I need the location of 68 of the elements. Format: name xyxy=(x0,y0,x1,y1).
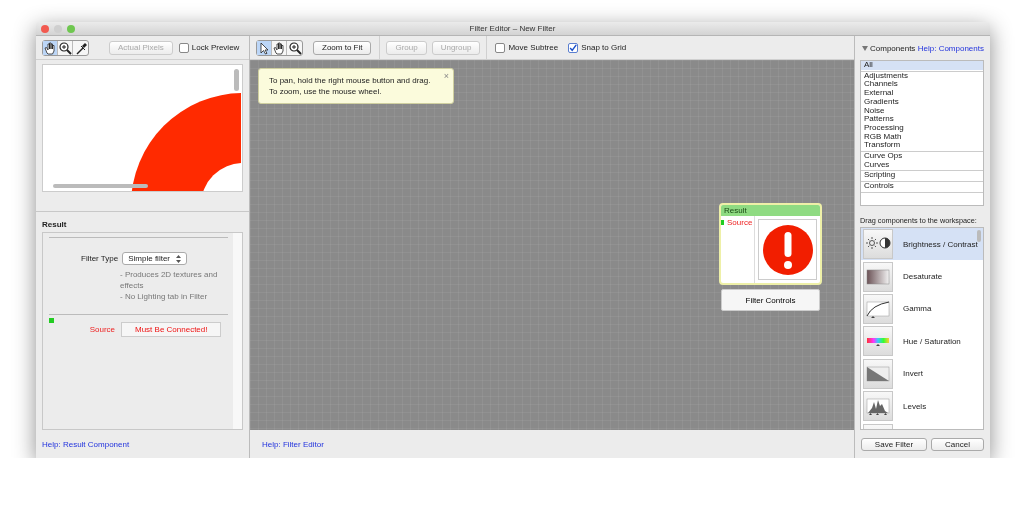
pointer-tool[interactable] xyxy=(257,40,272,55)
category-item[interactable]: Transform xyxy=(861,141,983,151)
save-filter-button[interactable]: Save Filter xyxy=(860,437,928,451)
help-link[interactable]: Help: Result Component xyxy=(42,439,130,449)
tip-text: To pan, hold the right mouse button and drag. To zoom, use the mouse wheel. xyxy=(269,75,432,97)
checkbox[interactable] xyxy=(495,42,506,53)
scrollbar-thumb[interactable] xyxy=(977,230,981,242)
connector-icon xyxy=(721,220,724,225)
scrollbar-thumb[interactable] xyxy=(234,69,239,91)
node-title: Result xyxy=(721,205,820,216)
zoom-tool[interactable] xyxy=(58,40,73,55)
scrollbar-thumb[interactable] xyxy=(53,184,148,188)
filter-type-dropdown[interactable]: Simple filter xyxy=(122,252,187,265)
input-label: Source xyxy=(727,218,753,227)
category-item[interactable]: All xyxy=(861,61,983,70)
exclamation-icon xyxy=(761,223,814,276)
description-text: - Produces 2D textures and effects xyxy=(120,269,219,291)
source-label: Source xyxy=(88,325,115,334)
hand-tool[interactable] xyxy=(272,40,287,55)
section-title: Result xyxy=(41,219,68,231)
component-item[interactable]: Levels xyxy=(861,389,983,423)
category-item[interactable]: Curves xyxy=(861,160,983,170)
close-button[interactable] xyxy=(41,24,49,33)
category-item[interactable]: Patterns xyxy=(861,115,983,124)
description-text: - No Lighting tab in Filter xyxy=(120,291,209,302)
field-label: Filter Type xyxy=(81,254,119,263)
category-item[interactable]: Scripting xyxy=(861,171,983,181)
category-item[interactable]: Channels xyxy=(861,80,983,90)
category-item[interactable]: Noise xyxy=(861,106,983,116)
curve-icon xyxy=(864,298,892,319)
section-title: Components xyxy=(870,43,916,53)
help-link[interactable]: Help: Filter Editor xyxy=(262,439,324,449)
gradient-icon xyxy=(864,266,892,287)
result-node[interactable]: Result Source xyxy=(719,203,822,285)
component-item[interactable]: Brightness / Contrast xyxy=(861,228,983,261)
category-item[interactable]: External xyxy=(861,89,983,98)
component-item[interactable]: Desaturate xyxy=(861,260,983,293)
window-title: Filter Editor – New Filter xyxy=(468,24,557,33)
component-item[interactable]: Invert xyxy=(861,357,983,390)
help-link[interactable]: Help: Components xyxy=(917,43,984,53)
category-item[interactable]: Adjustments xyxy=(861,71,983,81)
zoom-tool[interactable] xyxy=(287,40,302,55)
component-item[interactable]: Gamma xyxy=(861,292,983,326)
scrollbar-track[interactable] xyxy=(233,233,242,429)
status-field: Must Be Connected! xyxy=(121,322,222,337)
category-item[interactable]: Gradients xyxy=(861,97,983,107)
close-button[interactable]: × xyxy=(443,71,449,82)
category-item[interactable]: Curve Ops xyxy=(861,152,983,161)
checkbox[interactable] xyxy=(568,42,579,53)
triangle-icon xyxy=(864,363,892,384)
check-icon xyxy=(569,42,578,53)
connector-icon xyxy=(49,318,54,323)
component-item[interactable]: Hue / Saturation xyxy=(861,325,983,358)
workspace-canvas[interactable]: To pan, hold the right mouse button and drag. To zoom, use the mouse wheel. × Result Source Filter Controls xyxy=(250,60,854,430)
cancel-button[interactable]: Cancel xyxy=(931,437,984,451)
checkbox-label: Move Subtree xyxy=(508,43,559,52)
hand-tool[interactable] xyxy=(43,40,58,55)
checkbox[interactable] xyxy=(178,42,189,53)
category-item[interactable]: Processing xyxy=(861,123,983,133)
stepper-icon xyxy=(176,254,181,263)
filter-controls-button[interactable]: Filter Controls xyxy=(721,289,820,311)
zoom-to-fit-button[interactable]: Zoom to Fit xyxy=(313,40,372,55)
checkbox-label: Lock Preview xyxy=(191,43,240,52)
category-item[interactable]: RGB Math xyxy=(861,132,983,142)
category-item[interactable]: Controls xyxy=(861,182,983,191)
disclosure-icon[interactable] xyxy=(862,45,868,51)
checkbox-label: Snap to Grid xyxy=(581,43,627,52)
histogram-icon xyxy=(864,396,892,417)
